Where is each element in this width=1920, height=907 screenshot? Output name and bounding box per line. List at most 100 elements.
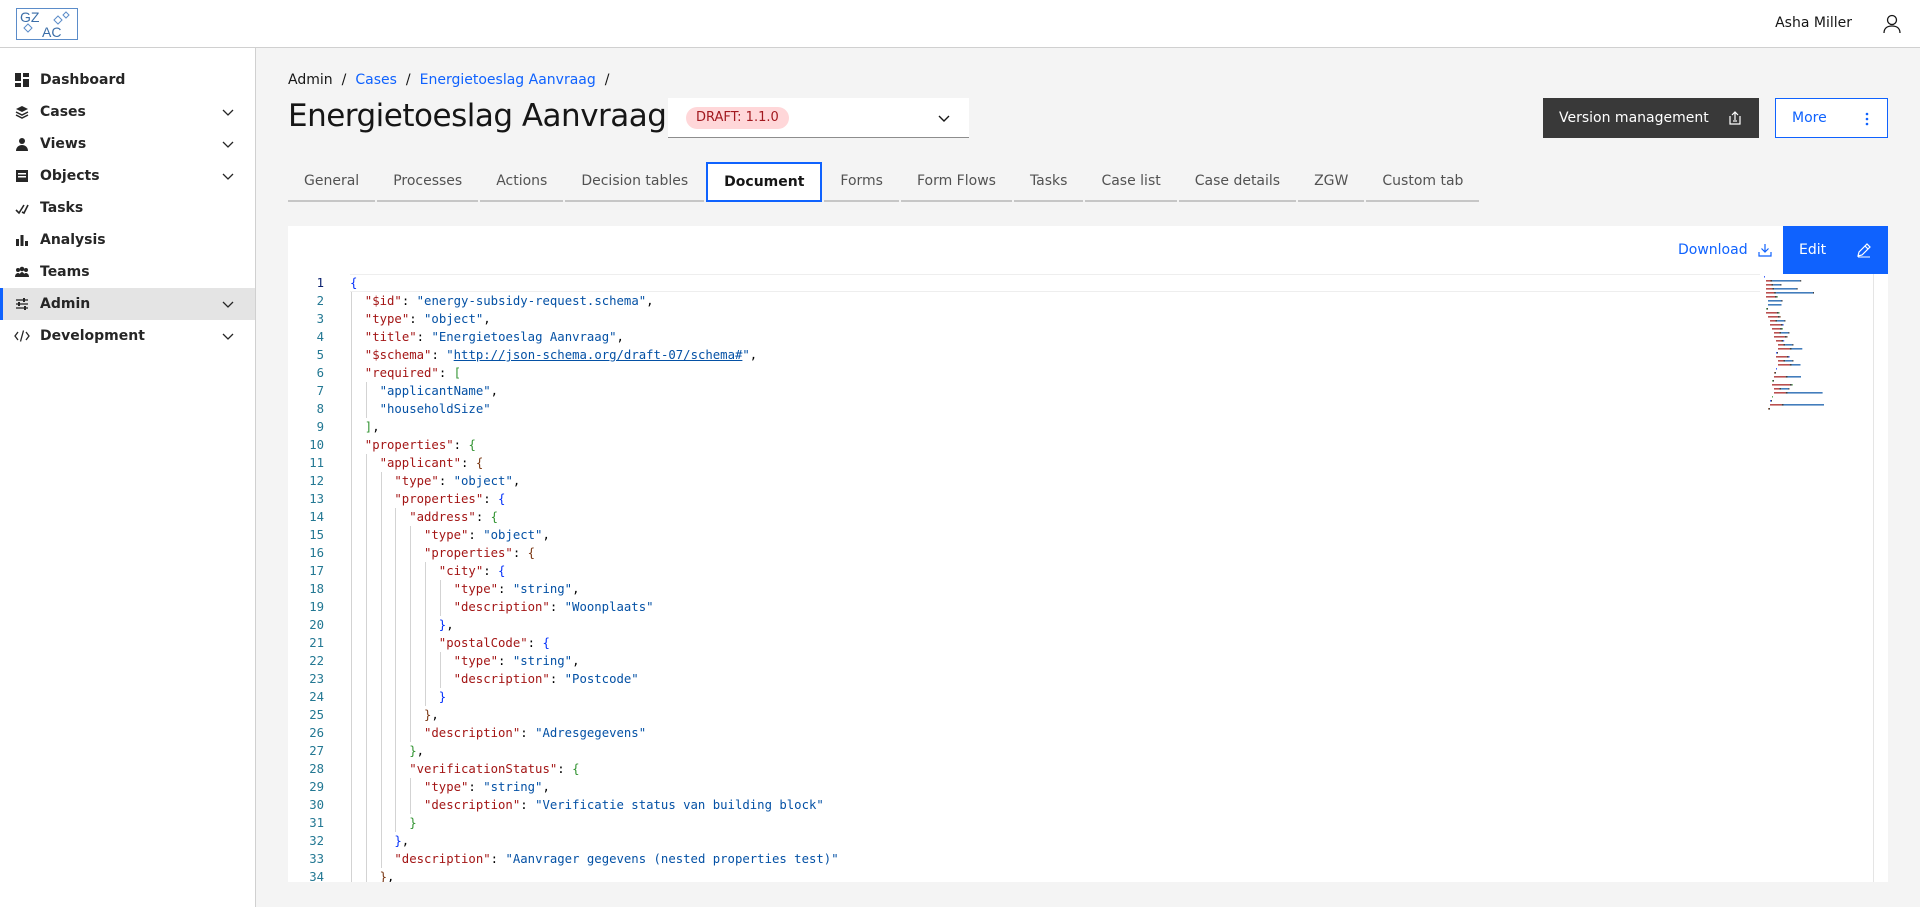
minimap-mark bbox=[1766, 296, 1775, 298]
code-token: : bbox=[431, 348, 447, 362]
minimap-mark bbox=[1768, 304, 1782, 306]
code-text: "description": "Postcode" bbox=[454, 670, 639, 688]
code-token: { bbox=[350, 276, 358, 290]
minimap-mark bbox=[1785, 344, 1793, 346]
code-text: }, bbox=[394, 832, 409, 850]
code-text: { bbox=[350, 274, 357, 292]
sidebar-item-views[interactable]: Views bbox=[0, 128, 255, 160]
minimap-mark bbox=[1777, 320, 1785, 322]
breadcrumb-cases-link[interactable]: Cases bbox=[355, 72, 397, 88]
line-number: 15 bbox=[309, 528, 324, 542]
sidebar-item-tasks[interactable]: Tasks bbox=[0, 192, 255, 224]
minimap-mark bbox=[1774, 288, 1797, 290]
sidebar-item-cases[interactable]: Cases bbox=[0, 96, 255, 128]
tab-case-details[interactable]: Case details bbox=[1178, 162, 1297, 202]
sidebar-item-analysis[interactable]: Analysis bbox=[0, 224, 255, 256]
tab-zgw[interactable]: ZGW bbox=[1298, 162, 1365, 202]
code-line: 30 "description": "Verificatie status van… bbox=[288, 796, 1758, 814]
code-line: 13 "properties": { bbox=[288, 490, 1758, 508]
code-token: "type" bbox=[364, 312, 410, 326]
minimap-mark bbox=[1786, 336, 1788, 338]
tab-document[interactable]: Document bbox=[706, 162, 823, 202]
code-token: "applicantName" bbox=[379, 384, 491, 398]
sidebar-item-development[interactable]: Development bbox=[0, 320, 255, 352]
logo-text-top: GZ bbox=[20, 9, 40, 25]
objects-icon bbox=[14, 168, 30, 184]
gzac-logo[interactable]: GZ AC bbox=[16, 8, 78, 40]
minimap-mark bbox=[1779, 316, 1781, 318]
code-link[interactable]: http://json-schema.org/draft-07/schema# bbox=[454, 348, 743, 362]
sidebar-item-admin[interactable]: Admin bbox=[0, 288, 255, 320]
code-editor[interactable]: 1{2 "$id": "energy-subsidy-request.schema… bbox=[288, 274, 1873, 882]
code-line: 5 "$schema": "http://json-schema.org/draf… bbox=[288, 346, 1758, 364]
code-token: : bbox=[468, 528, 484, 542]
sidebar-item-label: Dashboard bbox=[40, 72, 126, 88]
tab-case-list[interactable]: Case list bbox=[1085, 162, 1177, 202]
editor-scrollbar[interactable] bbox=[1873, 274, 1888, 882]
chevron-down-icon[interactable] bbox=[221, 169, 235, 183]
tab-decision-tables[interactable]: Decision tables bbox=[565, 162, 705, 202]
user-icon[interactable] bbox=[1880, 12, 1904, 36]
tab-form-flows[interactable]: Form Flows bbox=[900, 162, 1012, 202]
tab-actions[interactable]: Actions bbox=[480, 162, 564, 202]
tab-general[interactable]: General bbox=[288, 162, 376, 202]
chevron-down-icon[interactable] bbox=[221, 297, 235, 311]
minimap-mark bbox=[1776, 296, 1778, 298]
version-select[interactable]: DRAFT: 1.1.0 bbox=[668, 98, 969, 138]
code-line: 8 "householdSize" bbox=[288, 400, 1758, 418]
minimap-mark bbox=[1781, 404, 1784, 406]
code-token: : bbox=[438, 366, 454, 380]
code-line: 34}, bbox=[288, 868, 1758, 882]
code-token: " bbox=[742, 348, 750, 362]
minimap-mark bbox=[1778, 348, 1790, 350]
download-button[interactable]: Download bbox=[1678, 226, 1773, 274]
minimap-mark bbox=[1767, 308, 1768, 310]
version-management-button[interactable]: Version management bbox=[1543, 98, 1759, 138]
breadcrumb-case-link[interactable]: Energietoeslag Aanvraag bbox=[420, 72, 596, 88]
code-token: "postalCode" bbox=[438, 636, 528, 650]
editor-minimap[interactable] bbox=[1762, 274, 1872, 882]
code-token: "string" bbox=[512, 582, 573, 596]
code-token: "required" bbox=[364, 366, 439, 380]
minimap-mark bbox=[1772, 328, 1781, 330]
sidebar-item-label: Development bbox=[40, 328, 145, 344]
tab-tasks[interactable]: Tasks bbox=[1013, 162, 1084, 202]
code-token: "applicant" bbox=[379, 456, 462, 470]
breadcrumb-separator: / bbox=[604, 72, 610, 88]
code-token: "properties" bbox=[394, 492, 484, 506]
app-header: GZ AC Asha Miller bbox=[0, 0, 1920, 48]
line-number: 8 bbox=[316, 402, 324, 416]
tab-processes[interactable]: Processes bbox=[377, 162, 479, 202]
line-number: 3 bbox=[316, 312, 324, 326]
minimap-mark bbox=[1778, 360, 1784, 362]
breadcrumb: Admin / Cases / Energietoeslag Aanvraag … bbox=[288, 72, 618, 88]
chevron-down-icon[interactable] bbox=[221, 105, 235, 119]
code-token: } bbox=[438, 690, 447, 704]
code-token: [ bbox=[453, 366, 462, 380]
sidebar-item-objects[interactable]: Objects bbox=[0, 160, 255, 192]
chevron-down-icon[interactable] bbox=[221, 137, 235, 151]
code-token: : bbox=[490, 852, 506, 866]
minimap-mark bbox=[1770, 280, 1773, 282]
code-token: : bbox=[527, 636, 543, 650]
user-name[interactable]: Asha Miller bbox=[1775, 15, 1852, 31]
code-token: "type" bbox=[453, 654, 499, 668]
code-token: "object" bbox=[453, 474, 513, 488]
sidebar-item-teams[interactable]: Teams bbox=[0, 256, 255, 288]
edit-button[interactable]: Edit bbox=[1783, 226, 1888, 274]
chevron-down-icon[interactable] bbox=[221, 329, 235, 343]
minimap-mark bbox=[1776, 356, 1787, 358]
minimap-mark bbox=[1779, 388, 1782, 390]
code-token: "string" bbox=[483, 780, 543, 794]
code-text: "description": "Verificatie status van b… bbox=[424, 796, 824, 814]
tab-custom-tab[interactable]: Custom tab bbox=[1366, 162, 1480, 202]
tab-forms[interactable]: Forms bbox=[824, 162, 899, 202]
more-button[interactable]: More bbox=[1775, 98, 1888, 138]
sidebar-item-label: Objects bbox=[40, 168, 100, 184]
sidebar-item-dashboard[interactable]: Dashboard bbox=[0, 64, 255, 96]
code-token: : bbox=[461, 456, 476, 470]
line-number: 16 bbox=[309, 546, 324, 560]
line-number: 13 bbox=[309, 492, 324, 506]
code-token: } bbox=[409, 744, 417, 758]
minimap-mark bbox=[1813, 292, 1814, 294]
